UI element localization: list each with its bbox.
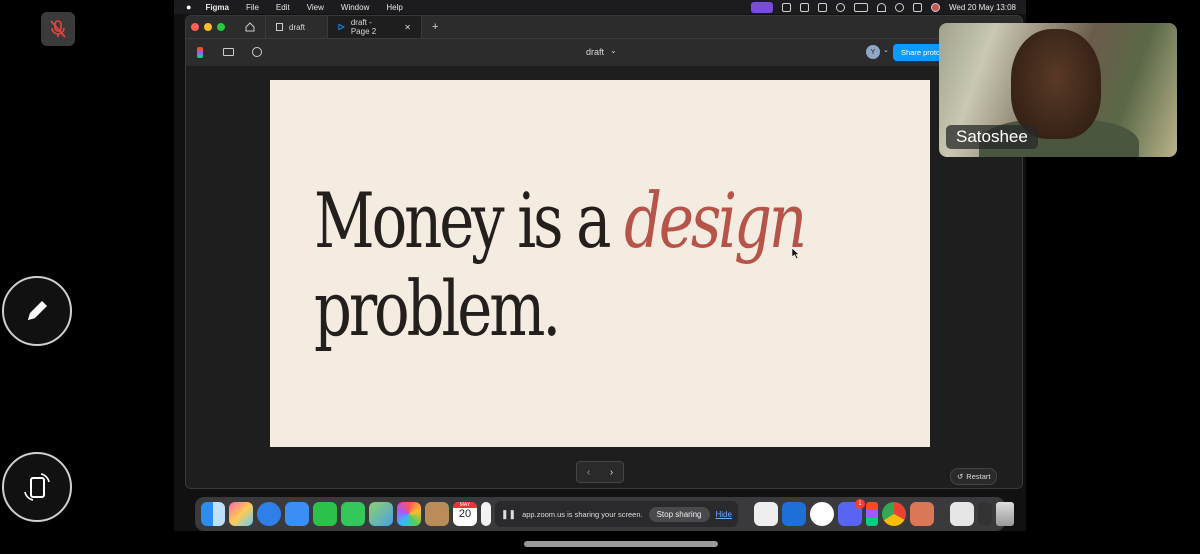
discord-icon[interactable]: 1 — [837, 499, 865, 526]
participant-name-tag: Satoshee — [946, 125, 1038, 149]
calendar-day: 20 — [458, 508, 472, 520]
slides-grid-icon[interactable] — [223, 48, 234, 56]
tab-label: draft — [289, 22, 306, 32]
rotate-screen-button[interactable] — [2, 452, 72, 522]
restart-label: Restart — [966, 472, 991, 481]
notification-badge: 1 — [854, 499, 865, 509]
annotate-button[interactable] — [2, 276, 72, 346]
photos-icon[interactable] — [397, 502, 421, 526]
file-icon — [276, 23, 283, 31]
finder-icon[interactable] — [201, 502, 225, 526]
next-slide-button[interactable]: › — [600, 467, 623, 478]
apple-icon[interactable]: ● — [186, 2, 191, 12]
close-tab-icon[interactable]: ✕ — [404, 23, 411, 32]
restart-icon: ↺ — [957, 472, 964, 481]
figma-toolbar: draft ⌄ Y ⌄ Share protot — [186, 38, 1022, 66]
contacts-icon[interactable] — [425, 502, 449, 526]
screenshot-stack-icon[interactable] — [977, 502, 992, 526]
shield-icon[interactable] — [817, 2, 827, 12]
textedit-icon[interactable] — [753, 502, 778, 526]
figma-window: draft draft - Page 2 ✕ + draft ⌄ Y ⌄ Sha… — [185, 15, 1023, 489]
comment-icon[interactable] — [252, 47, 262, 57]
facetime-icon[interactable] — [313, 502, 337, 526]
battery-icon[interactable] — [853, 2, 868, 12]
new-tab-button[interactable]: + — [432, 21, 438, 33]
mute-microphone-button[interactable] — [41, 12, 75, 46]
safari-icon[interactable] — [257, 502, 281, 526]
user-avatar-icon[interactable] — [930, 2, 940, 12]
file-name[interactable]: draft — [586, 47, 604, 57]
microphone-muted-icon — [50, 20, 66, 38]
screen-sharing-bar: ❚❚ app.zoom.us is sharing your screen. S… — [495, 501, 738, 527]
headline-accent-text: design — [624, 176, 807, 265]
mac-menubar: ● Figma File Edit View Window Help Wed 2… — [174, 0, 1026, 14]
mail-icon[interactable] — [285, 502, 309, 526]
zoom-share-status-icon[interactable] — [750, 1, 773, 13]
tab-label: draft - Page 2 — [350, 18, 377, 36]
calendar-icon[interactable]: MAY 20 — [453, 502, 477, 526]
tab-draft-page-2[interactable]: draft - Page 2 ✕ — [328, 16, 422, 38]
wifi-icon[interactable] — [876, 2, 886, 12]
close-window-button[interactable] — [191, 23, 199, 31]
minimize-window-button[interactable] — [204, 23, 212, 31]
reminders-icon[interactable] — [481, 502, 491, 526]
maximize-window-button[interactable] — [217, 23, 225, 31]
search-icon[interactable] — [894, 2, 904, 12]
maps-icon[interactable] — [369, 502, 393, 526]
downloads-folder-icon[interactable] — [949, 502, 974, 526]
mac-dock: MAY 20 ❚❚ app.zoom.us is sharing your sc… — [195, 497, 1014, 531]
tab-draft[interactable]: draft — [266, 16, 328, 38]
menu-figma[interactable]: Figma — [205, 3, 229, 12]
figma-tabbar: draft draft - Page 2 ✕ + — [186, 16, 1022, 38]
menubar-clock[interactable]: Wed 20 May 13:08 — [949, 3, 1016, 12]
stop-sharing-button[interactable]: Stop sharing — [648, 506, 710, 522]
chevron-down-icon[interactable]: ⌄ — [883, 46, 889, 54]
rotate-device-icon — [24, 473, 50, 501]
participant-video[interactable]: Satoshee — [939, 23, 1177, 157]
play-icon — [338, 23, 345, 31]
menubar-extra-icon[interactable] — [781, 2, 791, 12]
participant-face — [1011, 29, 1101, 139]
restart-button[interactable]: ↺ Restart — [950, 468, 998, 485]
pencil-icon — [28, 301, 47, 320]
user-avatar[interactable]: Y — [866, 45, 880, 59]
figma-icon[interactable] — [865, 502, 878, 526]
home-indicator[interactable] — [524, 541, 718, 547]
control-center-icon[interactable] — [912, 2, 922, 12]
launchpad-icon[interactable] — [229, 502, 253, 526]
play-icon[interactable] — [835, 2, 845, 12]
figma-logo-icon[interactable] — [197, 47, 203, 58]
chevron-down-icon[interactable]: ⌄ — [610, 46, 617, 55]
menu-file[interactable]: File — [246, 3, 259, 12]
headline-text: Money is a — [314, 176, 625, 265]
previous-slide-button[interactable]: ‹ — [577, 467, 600, 478]
shared-screen: ● Figma File Edit View Window Help Wed 2… — [174, 0, 1026, 531]
slide-pager: ‹ › — [576, 461, 624, 483]
headline-text: problem. — [314, 264, 561, 353]
hide-sharing-bar-link[interactable]: Hide — [716, 510, 732, 519]
slide-headline: Money is a design problem. — [314, 176, 807, 353]
menu-edit[interactable]: Edit — [276, 3, 290, 12]
menu-view[interactable]: View — [307, 3, 324, 12]
menubar-extra-icon[interactable] — [799, 2, 809, 12]
messages-icon[interactable] — [341, 502, 365, 526]
pause-icon[interactable]: ❚❚ — [501, 509, 516, 520]
chrome-icon[interactable] — [881, 502, 906, 526]
trash-icon[interactable] — [995, 502, 1014, 526]
home-tab[interactable] — [235, 16, 266, 38]
menu-help[interactable]: Help — [386, 3, 402, 12]
claude-icon[interactable] — [909, 502, 934, 526]
sharing-message: app.zoom.us is sharing your screen. — [522, 509, 643, 519]
slide: Money is a design problem. — [270, 80, 930, 447]
clock-icon[interactable] — [809, 502, 834, 526]
presentation-canvas: Money is a design problem. ‹ › ↺ Restart — [186, 66, 1022, 488]
mouse-cursor-icon — [792, 248, 800, 259]
menu-window[interactable]: Window — [341, 3, 369, 12]
home-icon — [245, 22, 255, 32]
vscode-icon[interactable] — [781, 502, 806, 526]
